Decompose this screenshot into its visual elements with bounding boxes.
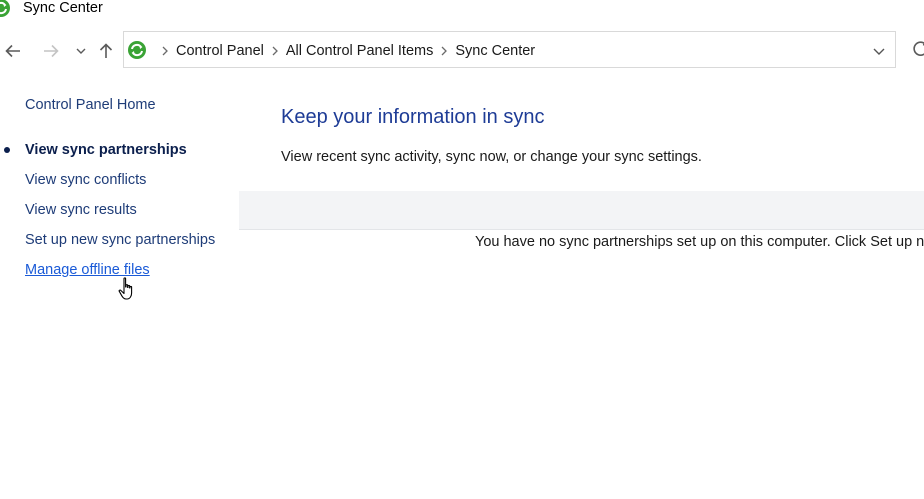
current-item-bullet	[4, 147, 10, 153]
sync-center-icon	[128, 41, 146, 59]
title-bar: Sync Center	[0, 0, 924, 18]
address-dropdown-chevron-down-icon[interactable]	[869, 41, 889, 61]
sync-center-window: Sync Center Control Panel All Control Pa…	[0, 0, 924, 499]
page-title: Keep your information in sync	[281, 106, 545, 128]
navigation-bar: Control Panel All Control Panel Items Sy…	[0, 31, 924, 69]
task-set-up-new-sync-partnerships[interactable]: Set up new sync partnerships	[25, 232, 215, 248]
control-panel-home-link[interactable]: Control Panel Home	[25, 97, 156, 113]
breadcrumb: Control Panel All Control Panel Items Sy…	[154, 32, 535, 69]
breadcrumb-sync-center[interactable]: Sync Center	[455, 43, 535, 59]
breadcrumb-all-control-panel-items[interactable]: All Control Panel Items	[286, 43, 433, 59]
task-view-sync-conflicts[interactable]: View sync conflicts	[25, 172, 146, 188]
forward-arrow-icon[interactable]	[40, 40, 62, 62]
recent-locations-chevron-down-icon[interactable]	[70, 40, 92, 62]
task-view-sync-partnerships[interactable]: View sync partnerships	[25, 142, 187, 158]
page-description: View recent sync activity, sync now, or …	[281, 149, 702, 165]
task-view-sync-results[interactable]: View sync results	[25, 202, 137, 218]
task-manage-offline-files[interactable]: Manage offline files	[25, 262, 150, 278]
back-arrow-icon[interactable]	[2, 40, 24, 62]
refresh-icon[interactable]	[911, 39, 924, 61]
chevron-right-icon[interactable]	[441, 46, 448, 56]
up-arrow-icon[interactable]	[95, 40, 117, 62]
breadcrumb-control-panel[interactable]: Control Panel	[176, 43, 264, 59]
chevron-right-icon[interactable]	[162, 46, 168, 56]
hand-pointer-cursor-icon	[118, 277, 133, 300]
address-bar[interactable]: Control Panel All Control Panel Items Sy…	[123, 31, 896, 68]
chevron-right-icon[interactable]	[272, 46, 278, 56]
empty-partnerships-message: You have no sync partnerships set up on …	[475, 234, 924, 250]
command-toolbar	[239, 191, 924, 230]
window-title: Sync Center	[23, 0, 103, 16]
sync-center-icon	[0, 0, 10, 17]
